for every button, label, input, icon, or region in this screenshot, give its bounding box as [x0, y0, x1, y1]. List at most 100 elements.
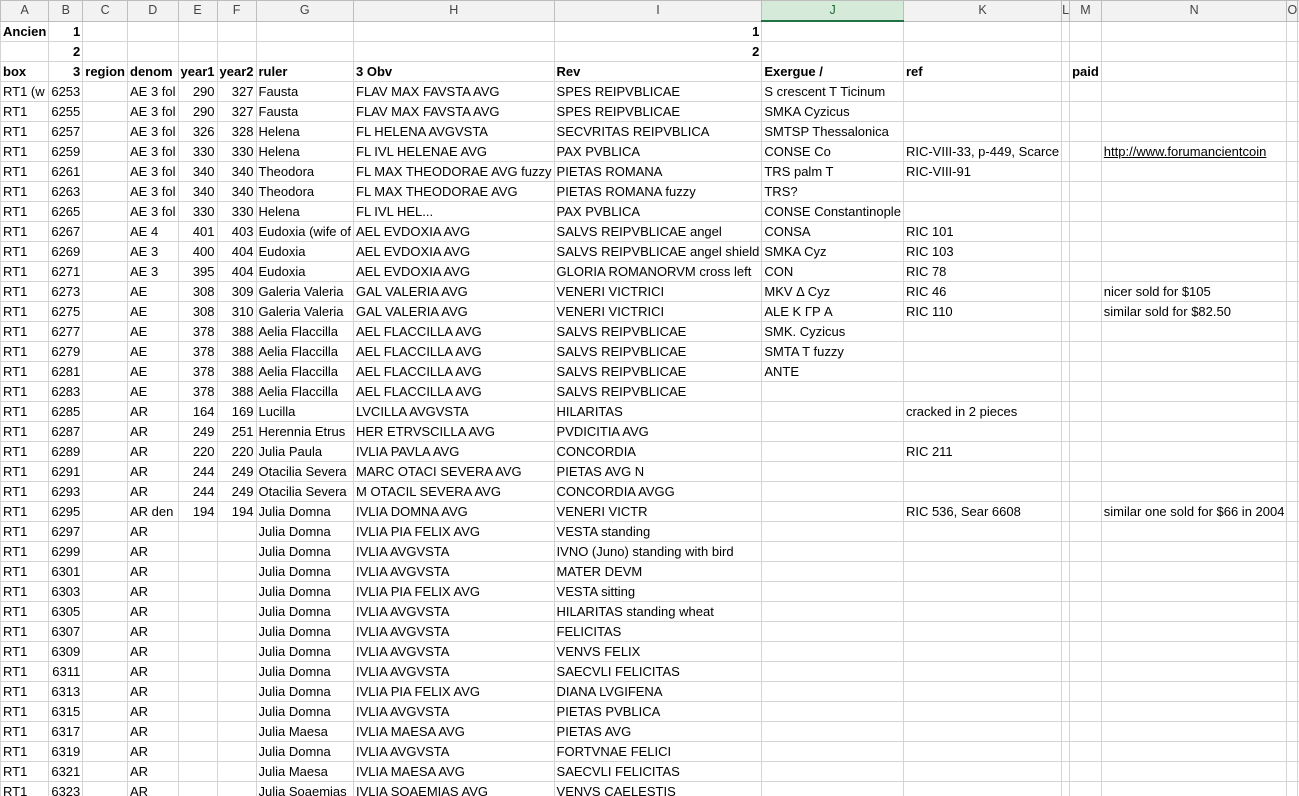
cell-d[interactable]: AE — [127, 361, 179, 382]
cell-h[interactable]: FL MAX THEODORAE AVG — [353, 181, 555, 202]
column-header-i[interactable]: I — [553, 0, 763, 22]
cell-b[interactable]: 6277 — [48, 321, 84, 342]
cell-d[interactable]: denom — [127, 61, 179, 82]
cell-e[interactable]: 400 — [177, 241, 218, 262]
cell-d[interactable]: AR — [127, 401, 179, 422]
cell-g[interactable]: ruler — [255, 61, 354, 82]
cell-o[interactable] — [1286, 401, 1299, 422]
cell-d[interactable]: AE — [127, 321, 179, 342]
cell-j[interactable]: SMK. Cyzicus — [761, 321, 904, 342]
cell-g[interactable]: Aelia Flaccilla — [255, 341, 354, 362]
cell-k[interactable]: RIC 46 — [902, 281, 1063, 302]
cell-c[interactable] — [82, 461, 128, 482]
cell-e[interactable]: 378 — [177, 361, 218, 382]
cell-a[interactable]: RT1 — [0, 101, 50, 122]
cell-b[interactable]: 6317 — [48, 721, 84, 742]
cell-h[interactable]: M OTACIL SEVERA AVG — [353, 481, 555, 502]
cell-c[interactable] — [82, 81, 128, 102]
column-header-l[interactable]: L — [1061, 0, 1071, 22]
cell-h[interactable]: IVLIA AVGVSTA — [353, 621, 555, 642]
cell-a[interactable]: Ancien — [0, 20, 50, 42]
cell-k[interactable] — [902, 421, 1063, 442]
cell-c[interactable] — [82, 121, 128, 142]
cell-n[interactable] — [1100, 481, 1288, 502]
cell-c[interactable] — [82, 181, 128, 202]
cell-e[interactable] — [177, 541, 218, 562]
cell-j[interactable] — [761, 401, 904, 422]
cell-l[interactable] — [1061, 241, 1071, 262]
cell-n[interactable] — [1100, 241, 1288, 262]
cell-c[interactable] — [82, 361, 128, 382]
cell-e[interactable] — [177, 561, 218, 582]
cell-j[interactable] — [761, 561, 904, 582]
cell-g[interactable] — [255, 20, 354, 42]
cell-d[interactable]: AR — [127, 421, 179, 442]
cell-m[interactable] — [1069, 501, 1102, 522]
cell-g[interactable]: Julia Paula — [255, 441, 354, 462]
cell-b[interactable]: 6313 — [48, 681, 84, 702]
cell-f[interactable] — [216, 541, 257, 562]
cell-g[interactable]: Eudoxia — [255, 241, 354, 262]
cell-i[interactable]: SAECVLI FELICITAS — [553, 761, 763, 782]
cell-g[interactable]: Fausta — [255, 101, 354, 122]
cell-g[interactable]: Julia Domna — [255, 641, 354, 662]
column-header-b[interactable]: B — [48, 0, 84, 22]
cell-c[interactable] — [82, 561, 128, 582]
cell-k[interactable]: RIC-VIII-33, p-449, Scarce — [902, 141, 1063, 162]
cell-g[interactable]: Julia Domna — [255, 561, 354, 582]
cell-d[interactable]: AE 3 fol — [127, 181, 179, 202]
cell-l[interactable] — [1061, 561, 1071, 582]
cell-e[interactable] — [177, 741, 218, 762]
cell-o[interactable] — [1286, 161, 1299, 182]
cell-m[interactable] — [1069, 241, 1102, 262]
cell-k[interactable] — [902, 461, 1063, 482]
cell-o[interactable] — [1286, 41, 1299, 62]
cell-e[interactable] — [177, 661, 218, 682]
cell-m[interactable] — [1069, 221, 1102, 242]
cell-e[interactable]: 244 — [177, 481, 218, 502]
cell-k[interactable] — [902, 721, 1063, 742]
column-header-e[interactable]: E — [177, 0, 218, 22]
cell-l[interactable] — [1061, 101, 1071, 122]
cell-c[interactable] — [82, 341, 128, 362]
cell-k[interactable] — [902, 621, 1063, 642]
cell-o[interactable] — [1286, 381, 1299, 402]
cell-g[interactable]: Eudoxia (wife of — [255, 221, 354, 242]
cell-k[interactable] — [902, 741, 1063, 762]
cell-d[interactable]: AR — [127, 541, 179, 562]
cell-m[interactable] — [1069, 441, 1102, 462]
cell-m[interactable] — [1069, 481, 1102, 502]
cell-j[interactable]: TRS? — [761, 181, 904, 202]
cell-b[interactable]: 6301 — [48, 561, 84, 582]
cell-o[interactable] — [1286, 621, 1299, 642]
cell-a[interactable]: RT1 — [0, 441, 50, 462]
cell-m[interactable] — [1069, 461, 1102, 482]
cell-c[interactable] — [82, 781, 128, 796]
cell-m[interactable] — [1069, 101, 1102, 122]
cell-l[interactable] — [1061, 581, 1071, 602]
cell-m[interactable] — [1069, 721, 1102, 742]
cell-o[interactable] — [1286, 581, 1299, 602]
cell-d[interactable]: AE 4 — [127, 221, 179, 242]
cell-c[interactable] — [82, 441, 128, 462]
cell-d[interactable]: AR — [127, 581, 179, 602]
cell-m[interactable] — [1069, 41, 1102, 62]
cell-h[interactable]: IVLIA AVGVSTA — [353, 701, 555, 722]
cell-o[interactable] — [1286, 601, 1299, 622]
cell-o[interactable] — [1286, 201, 1299, 222]
cell-d[interactable]: AE — [127, 301, 179, 322]
cell-o[interactable] — [1286, 20, 1299, 42]
cell-f[interactable]: 340 — [216, 161, 257, 182]
cell-n[interactable] — [1100, 461, 1288, 482]
cell-k[interactable] — [902, 20, 1063, 42]
cell-i[interactable]: VENVS CAELESTIS — [553, 781, 763, 796]
cell-f[interactable]: 327 — [216, 101, 257, 122]
cell-g[interactable]: Helena — [255, 201, 354, 222]
cell-d[interactable]: AE 3 fol — [127, 81, 179, 102]
cell-m[interactable] — [1069, 521, 1102, 542]
cell-h[interactable]: IVLIA SOAEMIAS AVG — [353, 781, 555, 796]
cell-d[interactable]: AE 3 fol — [127, 101, 179, 122]
cell-j[interactable]: ALE K ΓΡ A — [761, 301, 904, 322]
cell-g[interactable]: Julia Domna — [255, 521, 354, 542]
cell-h[interactable]: AEL EVDOXIA AVG — [353, 241, 555, 262]
